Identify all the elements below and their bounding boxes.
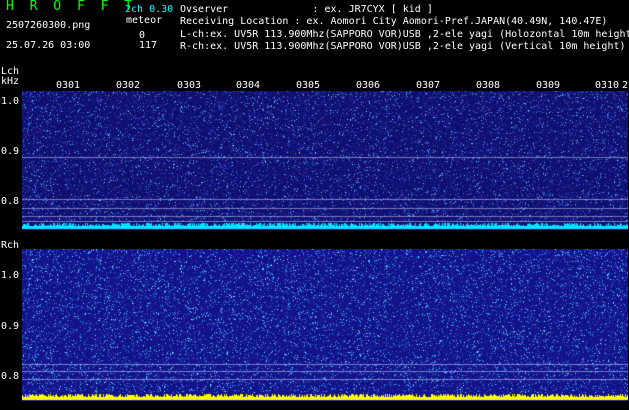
meteor-label: meteor <box>126 15 163 26</box>
time-tick: 0306 <box>356 80 381 91</box>
location-line: Receiving Location : ex. Aomori City Aom… <box>180 16 608 27</box>
time-tick: 0301 <box>56 80 81 91</box>
lch-config-line: L-ch:ex. UV5R 113.900Mhz(SAPPORO VOR)USB… <box>180 29 629 40</box>
time-tick: 0310 <box>595 80 620 91</box>
rch-ytick: 1.0 <box>1 270 20 281</box>
lch-ytick: 0.9 <box>1 146 20 157</box>
meteor-count-rch: 117 <box>139 40 158 51</box>
time-tick: 0308 <box>476 80 501 91</box>
time-tick: 0307 <box>416 80 441 91</box>
rch-ytick: 0.9 <box>1 321 20 332</box>
time-tick: 0309 <box>536 80 561 91</box>
time-tick: 0304 <box>236 80 261 91</box>
time-tick: 0302 <box>116 80 141 91</box>
time-tick-partial: 2 <box>622 80 629 91</box>
app-title: H R O F F T <box>6 0 137 14</box>
lch-ytick: 0.8 <box>1 196 20 207</box>
time-tick: 0303 <box>177 80 202 91</box>
rch-config-line: R-ch:ex. UV5R 113.900Mhz(SAPPORO VOR)USB… <box>180 41 626 52</box>
observer-line: Ovserver : ex. JR7CYX [ kid ] <box>180 4 433 15</box>
lch-spectrogram <box>22 91 628 230</box>
rch-label: Rch <box>1 240 20 251</box>
rch-spectrogram <box>22 249 628 401</box>
rch-ytick: 0.8 <box>1 371 20 382</box>
date-time: 25.07.26 03:00 <box>6 40 91 51</box>
khz-unit-label: kHz <box>1 76 20 87</box>
lch-ytick: 1.0 <box>1 96 20 107</box>
file-name: 2507260300.png <box>6 20 91 31</box>
time-tick: 0305 <box>296 80 321 91</box>
channel-info: 2ch 0.30 <box>125 4 174 15</box>
